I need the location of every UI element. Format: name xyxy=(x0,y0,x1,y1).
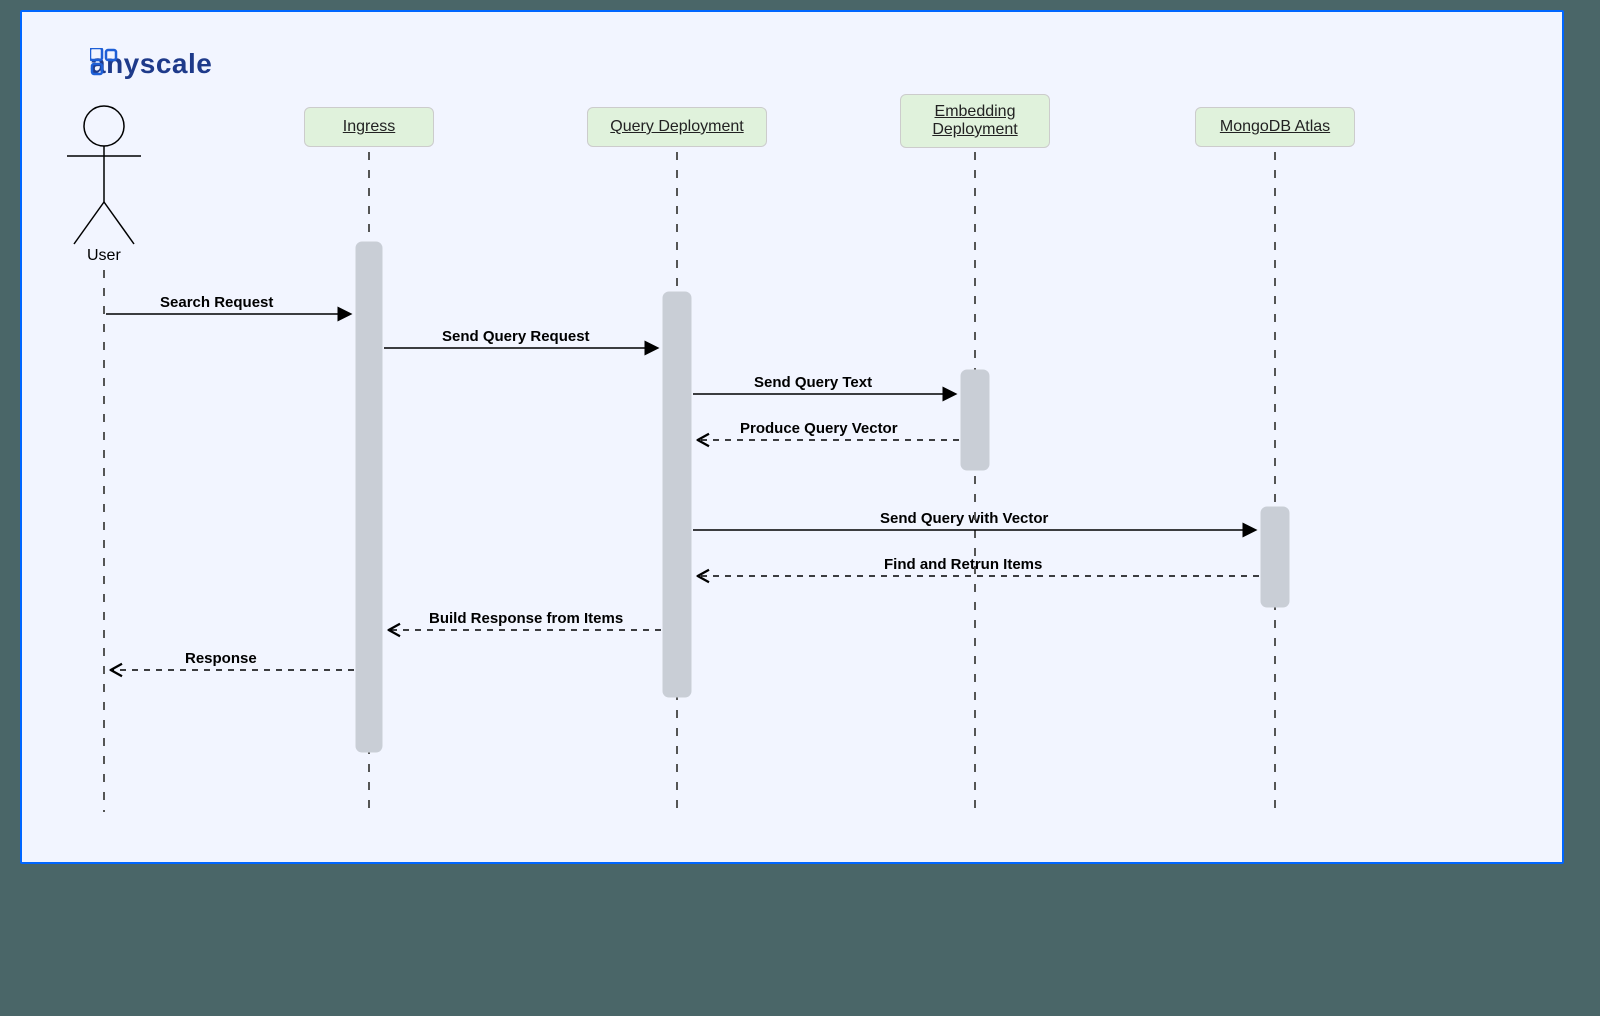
activation-ingress xyxy=(356,242,382,752)
activation-mongo xyxy=(1261,507,1289,607)
activation-embedding xyxy=(961,370,989,470)
actor-icon xyxy=(67,106,141,244)
diagram-frame: anyscale Ingress Query Deployment Embedd… xyxy=(20,10,1564,864)
activation-query xyxy=(663,292,691,697)
sequence-svg xyxy=(22,12,1562,862)
